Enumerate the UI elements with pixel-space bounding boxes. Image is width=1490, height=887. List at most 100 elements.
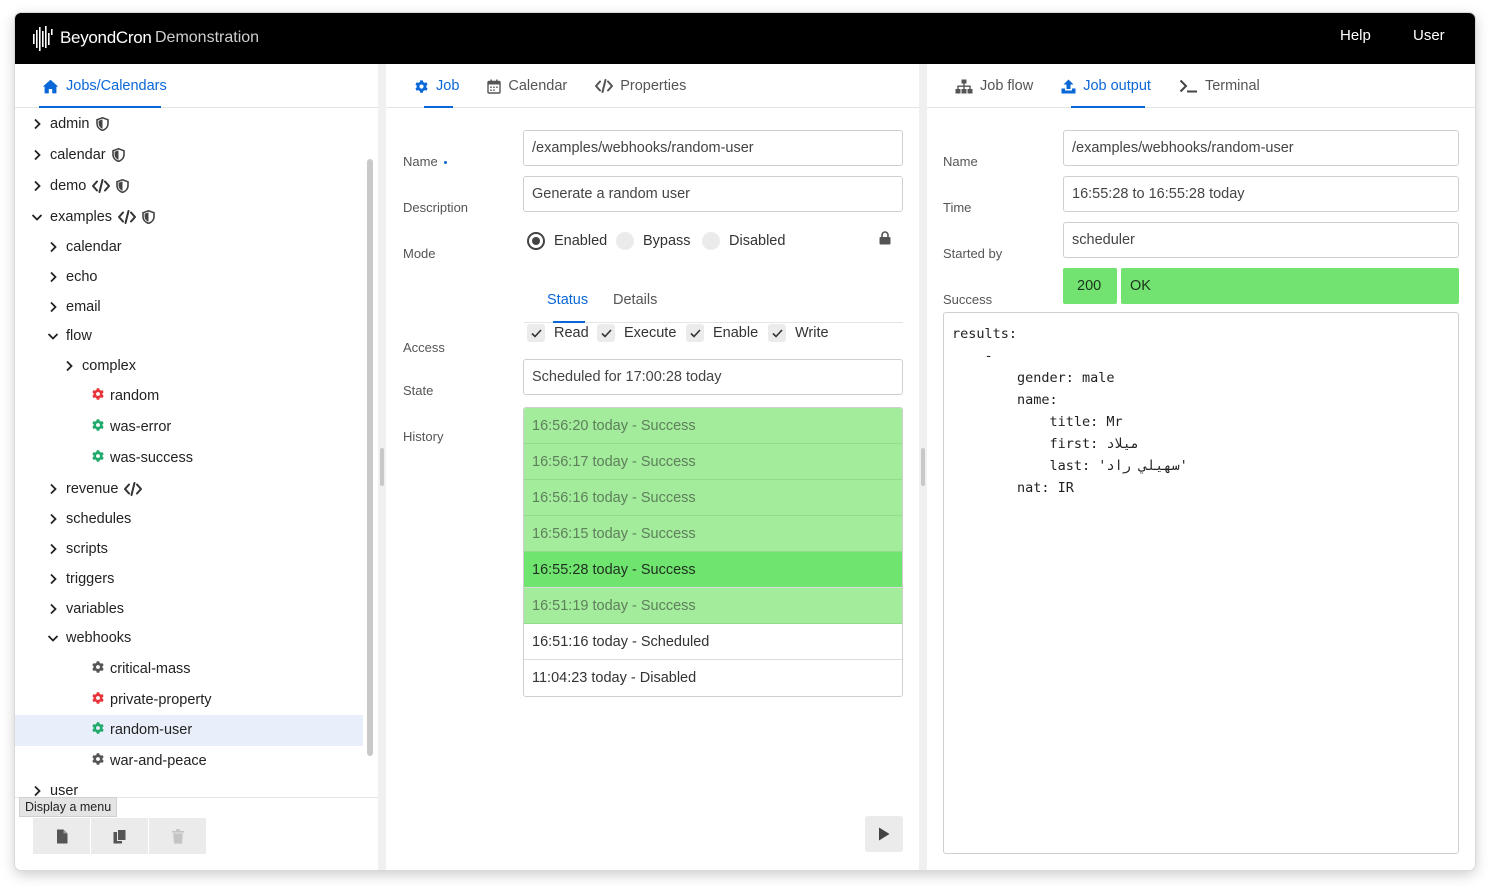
tree-job-item[interactable]: random-user [91, 715, 192, 745]
tree-folder-item[interactable]: schedules [47, 504, 131, 534]
tab-calendar[interactable]: Calendar [473, 64, 581, 108]
output-name-field[interactable]: /examples/webhooks/random-user [1063, 130, 1459, 166]
mode-enabled-label: Enabled [554, 233, 608, 249]
check-icon[interactable] [686, 324, 704, 342]
tree-job-item[interactable]: war-and-peace [91, 746, 207, 776]
lock-icon[interactable] [879, 231, 891, 245]
tree-folder-item[interactable]: examples [31, 202, 155, 232]
history-row[interactable]: 16:51:19 today - Success [524, 588, 902, 624]
started-by-field[interactable]: scheduler [1063, 222, 1459, 258]
history-row[interactable]: 16:56:17 today - Success [524, 444, 902, 480]
tree-folder-item[interactable]: webhooks [47, 623, 131, 653]
chevron-right-icon[interactable] [47, 241, 59, 253]
tree-folder-item[interactable]: calendar [47, 232, 122, 262]
name-field[interactable]: /examples/webhooks/random-user [523, 130, 903, 166]
subtab-details[interactable]: Details [613, 292, 657, 308]
new-job-button[interactable] [33, 818, 90, 854]
chevron-right-icon[interactable] [47, 271, 59, 283]
chevron-down-icon[interactable] [47, 330, 59, 342]
history-row[interactable]: 11:04:23 today - Disabled [524, 660, 902, 696]
tree-folder-item[interactable]: scripts [47, 534, 108, 564]
history-row[interactable]: 16:56:16 today - Success [524, 480, 902, 516]
access-read-checkbox[interactable]: Read [527, 324, 589, 342]
tree-job-item[interactable]: private-property [91, 685, 212, 715]
chevron-right-icon[interactable] [47, 513, 59, 525]
app-window: BeyondCron Demonstration Help User Jobs/… [15, 13, 1475, 870]
tree-item-label: user [50, 783, 79, 798]
tree-folder-item[interactable]: admin [31, 109, 109, 139]
chevron-right-icon[interactable] [47, 573, 59, 585]
check-icon[interactable] [597, 324, 615, 342]
tab-job-output[interactable]: Job output [1047, 64, 1165, 108]
access-enable-checkbox[interactable]: Enable [686, 324, 758, 342]
history-row[interactable]: 16:56:15 today - Success [524, 516, 902, 552]
radio-circle[interactable] [527, 232, 545, 250]
tab-jobs-calendars[interactable]: Jobs/Calendars [15, 64, 181, 108]
tree-folder-item[interactable]: variables [47, 594, 124, 624]
tree-folder-item[interactable]: user [31, 776, 78, 798]
copy-job-button[interactable] [91, 818, 148, 854]
tree-folder-item[interactable]: email [47, 292, 101, 322]
tree-folder-item[interactable]: flow [47, 321, 92, 351]
tree-folder-item[interactable]: complex [63, 351, 136, 381]
logo[interactable]: BeyondCron [32, 25, 152, 51]
chevron-right-icon[interactable] [47, 301, 59, 313]
user-button[interactable]: User [1413, 27, 1445, 44]
tree-folder-item[interactable]: revenue [47, 474, 143, 504]
run-button[interactable] [865, 816, 903, 852]
tree-scrollbar[interactable] [367, 159, 373, 756]
gear-icon [92, 388, 104, 400]
access-execute-checkbox[interactable]: Execute [597, 324, 676, 342]
tree-job-item[interactable]: was-error [91, 412, 171, 442]
radio-circle[interactable] [616, 232, 634, 250]
tree-job-item[interactable]: random [91, 381, 159, 411]
output-panel: Job flow Job output Terminal Name /examp… [927, 64, 1475, 870]
mode-bypass-radio[interactable]: Bypass [616, 232, 691, 250]
check-icon[interactable] [768, 324, 786, 342]
chevron-right-icon[interactable] [31, 785, 43, 797]
state-field[interactable]: Scheduled for 17:00:28 today [523, 359, 903, 395]
tree-folder-item[interactable]: echo [47, 262, 97, 292]
chevron-right-icon[interactable] [63, 360, 75, 372]
job-tree[interactable]: admin calendar demo examples calendar echo ema… [15, 108, 363, 798]
tree-folder-item[interactable]: calendar [31, 140, 125, 170]
chevron-right-icon[interactable] [47, 603, 59, 615]
split-gutter-right[interactable] [919, 64, 927, 870]
mode-disabled-radio[interactable]: Disabled [702, 232, 785, 250]
chevron-right-icon[interactable] [31, 180, 43, 192]
job-output-text[interactable]: results: - gender: male name: title: Mr … [943, 312, 1459, 854]
shield-icon [111, 148, 125, 162]
description-field[interactable]: Generate a random user [523, 176, 903, 212]
history-row[interactable]: 16:56:20 today - Success [524, 408, 902, 444]
gutter-handle[interactable] [380, 448, 384, 486]
chevron-down-icon[interactable] [47, 632, 59, 644]
tree-job-item[interactable]: critical-mass [91, 654, 191, 684]
tab-job[interactable]: Job [400, 64, 473, 108]
app-subtitle: Demonstration [155, 29, 260, 46]
tree-job-item[interactable]: was-success [91, 443, 193, 473]
subtab-status[interactable]: Status [547, 292, 588, 308]
tab-job-flow[interactable]: Job flow [941, 64, 1047, 108]
help-button[interactable]: Help [1340, 27, 1371, 44]
access-write-checkbox[interactable]: Write [768, 324, 829, 342]
tree-folder-item[interactable]: triggers [47, 564, 114, 594]
tree-folder-item[interactable]: demo [31, 171, 130, 201]
chevron-right-icon[interactable] [47, 543, 59, 555]
history-row[interactable]: 16:51:16 today - Scheduled [524, 624, 902, 660]
tab-terminal[interactable]: Terminal [1165, 64, 1274, 108]
delete-job-button[interactable] [149, 818, 206, 854]
gutter-handle[interactable] [921, 448, 925, 486]
chevron-right-icon[interactable] [31, 118, 43, 130]
chevron-down-icon[interactable] [31, 211, 43, 223]
gear-icon [92, 450, 104, 462]
tab-properties[interactable]: Properties [581, 64, 700, 108]
mode-enabled-radio[interactable]: Enabled [527, 232, 607, 250]
history-row[interactable]: 16:55:28 today - Success [524, 552, 902, 588]
radio-circle[interactable] [702, 232, 720, 250]
shield-icon [142, 210, 155, 224]
check-icon[interactable] [527, 324, 545, 342]
chevron-right-icon[interactable] [31, 149, 43, 161]
split-gutter-left[interactable] [378, 64, 386, 870]
time-field[interactable]: 16:55:28 to 16:55:28 today [1063, 176, 1459, 212]
chevron-right-icon[interactable] [47, 483, 59, 495]
